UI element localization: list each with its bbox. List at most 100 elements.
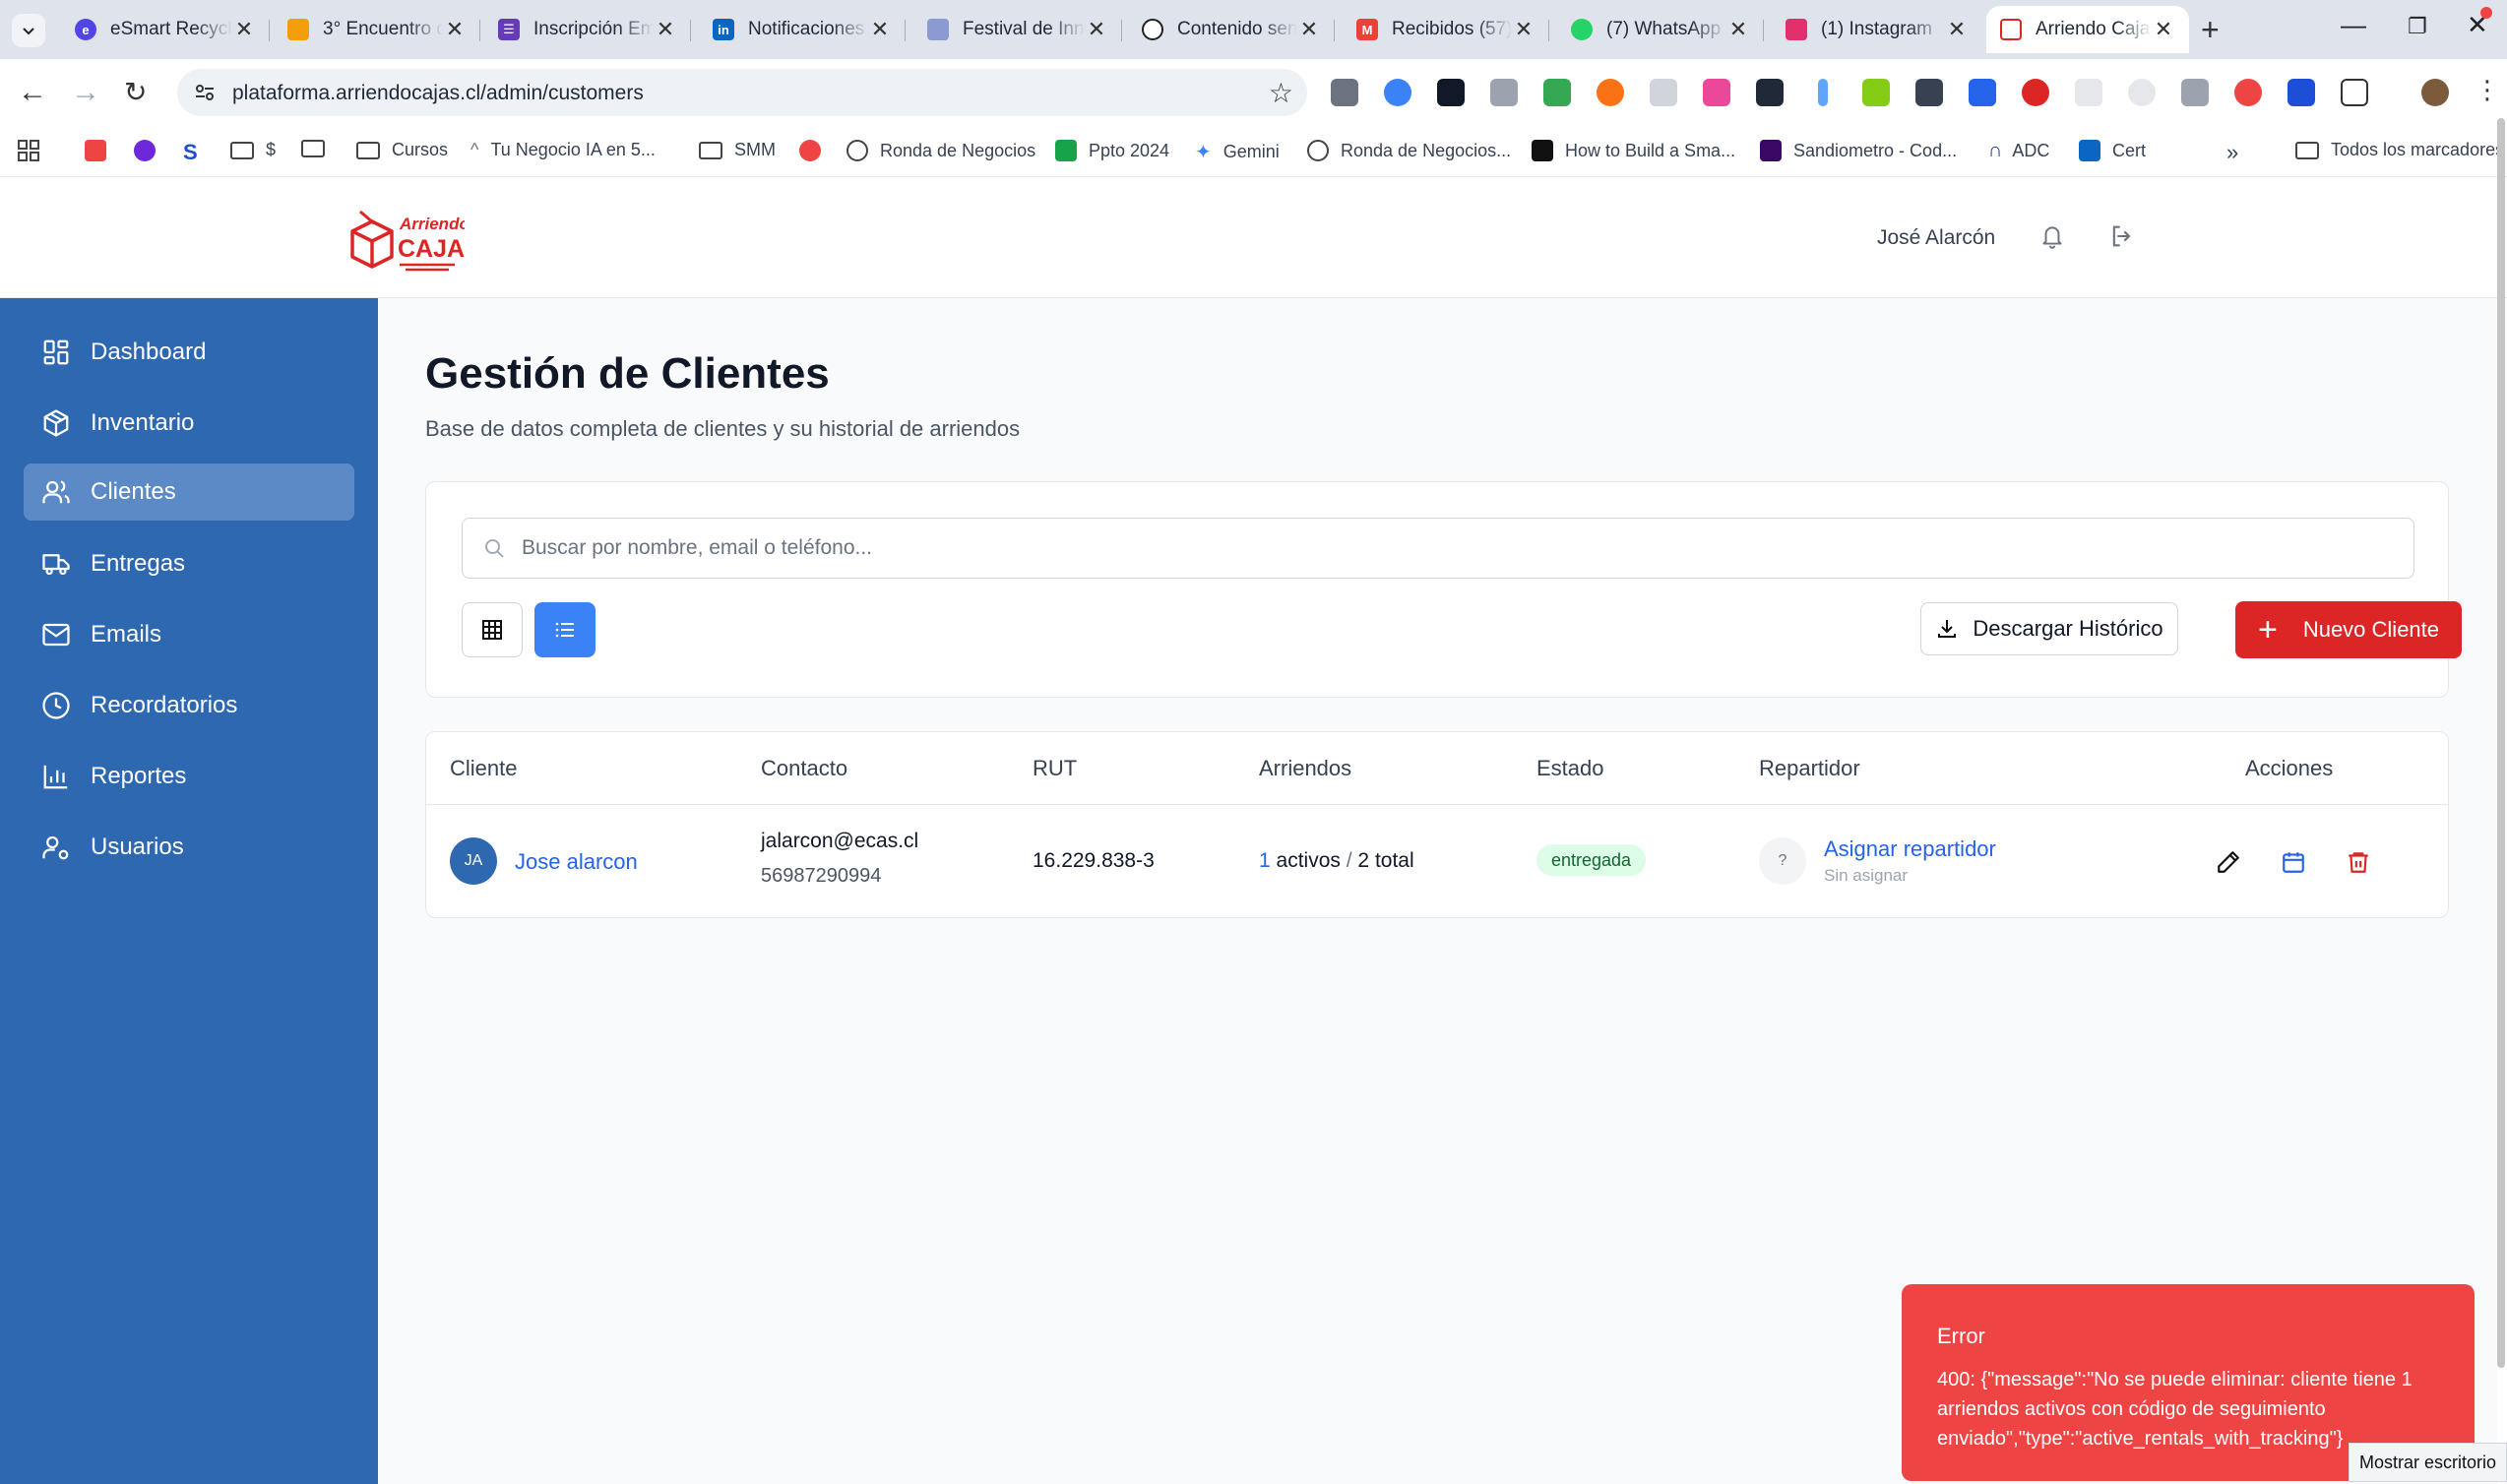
browser-tab[interactable]: Contenido sensible ✕: [1128, 6, 1335, 53]
close-icon[interactable]: ✕: [232, 17, 256, 42]
extension-pen-icon[interactable]: [1818, 79, 1828, 106]
extension-wave-icon[interactable]: [2075, 79, 2102, 106]
client-name-link[interactable]: Jose alarcon: [515, 849, 638, 875]
adc-icon: ∩: [1988, 140, 2003, 161]
bookmark-item[interactable]: Ronda de Negocios...: [1307, 140, 1511, 161]
close-icon[interactable]: ✕: [654, 17, 677, 42]
sidebar-item-inventario[interactable]: Inventario: [24, 395, 354, 452]
site-info-icon[interactable]: [193, 81, 217, 104]
sidebar-item-clientes[interactable]: Clientes: [24, 464, 354, 521]
linkedin-favicon-icon: in: [713, 19, 734, 40]
close-icon[interactable]: ✕: [1297, 17, 1321, 42]
minimize-icon[interactable]: —: [2341, 10, 2366, 40]
more-bookmarks-icon[interactable]: »: [2226, 140, 2238, 165]
bookmark-item[interactable]: [134, 140, 167, 161]
extensions-puzzle-icon[interactable]: [2341, 79, 2368, 106]
extension-off-icon[interactable]: [1703, 79, 1730, 106]
apps-grid-icon[interactable]: [18, 140, 39, 161]
sidebar-item-usuarios[interactable]: Usuarios: [24, 819, 354, 876]
extension-code-icon[interactable]: [1331, 79, 1358, 106]
restore-icon[interactable]: ❐: [2408, 14, 2427, 39]
extension-badge-icon[interactable]: [1490, 79, 1518, 106]
close-icon[interactable]: ✕: [868, 17, 892, 42]
new-tab-button[interactable]: +: [2201, 12, 2220, 48]
extension-flower-icon[interactable]: [1862, 79, 1890, 106]
edit-pencil-icon[interactable]: [2216, 849, 2241, 875]
grid-icon: [18, 140, 39, 161]
list-view-button[interactable]: [534, 602, 595, 657]
bookmark-item[interactable]: ∩ ADC: [1988, 140, 2049, 162]
sidebar-item-entregas[interactable]: Entregas: [24, 535, 354, 592]
extension-crab-icon[interactable]: [2234, 79, 2262, 106]
bookmark-folder[interactable]: Cursos: [356, 140, 448, 160]
bookmark-item[interactable]: ✦ Gemini: [1195, 140, 1280, 164]
bookmark-item[interactable]: Sandiometro - Cod...: [1760, 140, 1957, 161]
extension-shield-icon[interactable]: [2288, 79, 2315, 106]
bell-icon[interactable]: [2039, 222, 2065, 250]
address-bar[interactable]: plataforma.arriendocajas.cl/admin/custom…: [177, 69, 1307, 116]
bookmark-folder[interactable]: $: [230, 140, 276, 160]
extension-ai-icon[interactable]: [2128, 79, 2156, 106]
browser-tab[interactable]: (1) Instagram ✕: [1772, 6, 1982, 53]
reload-icon[interactable]: ↻: [124, 76, 147, 108]
close-icon[interactable]: ✕: [1726, 17, 1750, 42]
bookmark-star-icon[interactable]: ☆: [1269, 77, 1293, 109]
browser-menu-icon[interactable]: ⋮: [2475, 75, 2500, 105]
bookmark-item[interactable]: [85, 140, 118, 161]
bookmark-item[interactable]: Ppto 2024: [1055, 140, 1169, 161]
search-input[interactable]: [522, 528, 2392, 568]
close-icon[interactable]: ✕: [443, 17, 467, 42]
extension-v-icon[interactable]: [1437, 79, 1465, 106]
sidebar-item-recordatorios[interactable]: Recordatorios: [24, 677, 354, 734]
close-icon[interactable]: ✕: [1085, 17, 1108, 42]
bookmark-item[interactable]: Ronda de Negocios: [846, 140, 1035, 161]
delete-trash-icon[interactable]: [2346, 849, 2371, 875]
browser-tab[interactable]: ☰ Inscripción Emprendedores ✕: [484, 6, 691, 53]
extension-s-icon[interactable]: [2022, 79, 2049, 106]
bookmark-folder[interactable]: Todos los marcadores: [2295, 140, 2504, 160]
extension-b-icon[interactable]: [1597, 79, 1624, 106]
bookmark-item[interactable]: [799, 140, 833, 161]
tab-search-button[interactable]: [12, 14, 45, 47]
sidebar-item-reportes[interactable]: Reportes: [24, 748, 354, 805]
assign-repartidor-link[interactable]: Asignar repartidor: [1824, 836, 1996, 862]
browser-tab[interactable]: M Recibidos (57) ✕: [1343, 6, 1549, 53]
bookmark-item[interactable]: S: [183, 140, 198, 165]
browser-tab-active[interactable]: Arriendo Cajas ✕: [1986, 6, 2189, 53]
bookmark-item[interactable]: ^ Tu Negocio IA en 5...: [470, 140, 656, 160]
back-arrow-icon[interactable]: ←: [18, 76, 47, 109]
close-icon[interactable]: ✕: [1945, 17, 1969, 42]
extension-camera-icon[interactable]: [2181, 79, 2209, 106]
download-history-button[interactable]: Descargar Histórico: [1920, 602, 2178, 655]
sidebar-item-emails[interactable]: Emails: [24, 606, 354, 663]
profile-avatar[interactable]: [2421, 79, 2449, 106]
browser-tab[interactable]: e eSmart Recycling ✕: [61, 6, 270, 53]
browser-tab[interactable]: in Notificaciones ✕: [699, 6, 906, 53]
arriendo-cajas-logo[interactable]: Arriendo CAJAS: [346, 200, 465, 278]
calendar-icon[interactable]: [2281, 849, 2306, 875]
extension-u-icon[interactable]: [1650, 79, 1677, 106]
browser-tab[interactable]: 3° Encuentro de ✕: [274, 6, 480, 53]
logout-icon[interactable]: [2108, 222, 2136, 250]
bookmark-item[interactable]: Cert: [2079, 140, 2146, 161]
bookmark-label: ADC: [2012, 141, 2050, 160]
new-client-button[interactable]: + Nuevo Cliente: [2235, 601, 2462, 658]
extension-google-icon[interactable]: [1543, 79, 1571, 106]
column-header: Arriendos: [1259, 756, 1352, 780]
bookmark-folder[interactable]: [301, 140, 337, 157]
close-icon[interactable]: ✕: [2152, 17, 2175, 42]
close-icon[interactable]: ✕: [1512, 17, 1536, 42]
extension-tag-icon[interactable]: [1384, 79, 1411, 106]
sidebar-item-dashboard[interactable]: Dashboard: [24, 324, 354, 381]
forward-arrow-icon[interactable]: →: [71, 76, 100, 109]
extension-glasses-icon[interactable]: [1915, 79, 1943, 106]
browser-tab[interactable]: (7) WhatsApp ✕: [1557, 6, 1764, 53]
show-desktop-button[interactable]: Mostrar escritorio: [2349, 1443, 2507, 1482]
bookmark-item[interactable]: How to Build a Sma...: [1532, 140, 1735, 161]
bookmark-folder[interactable]: SMM: [699, 140, 776, 160]
grid-view-button[interactable]: [462, 602, 523, 657]
page-scrollbar[interactable]: [2497, 118, 2505, 1368]
extension-mountain-icon[interactable]: [1969, 79, 1996, 106]
browser-tab[interactable]: Festival de Innovación ✕: [913, 6, 1122, 53]
extension-c-icon[interactable]: [1756, 79, 1784, 106]
